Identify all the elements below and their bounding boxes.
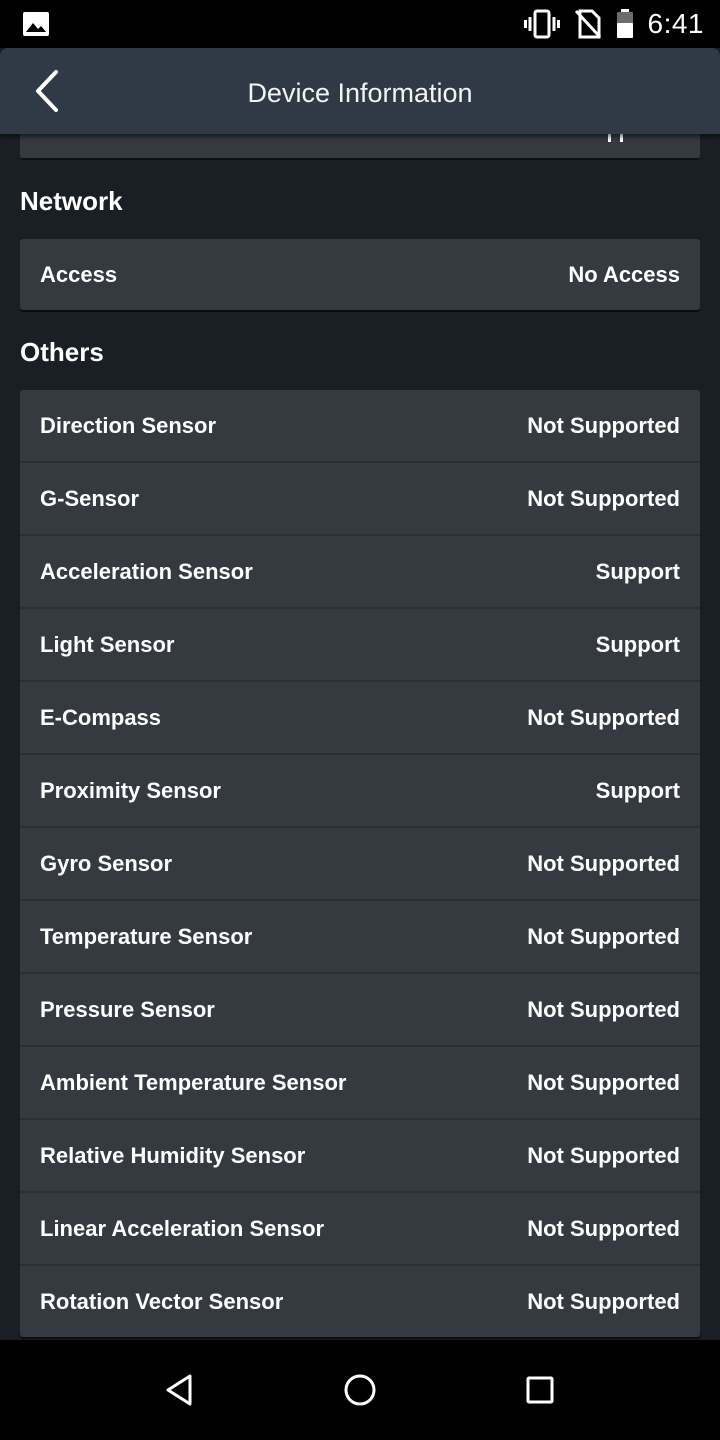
nav-back-button[interactable] — [160, 1370, 200, 1410]
list-item-pressure-sensor[interactable]: Pressure Sensor Not Supported — [20, 972, 700, 1045]
status-icons: 6:41 — [523, 0, 705, 48]
recents-square-icon — [526, 1376, 554, 1404]
row-value: Not Supported — [527, 923, 680, 949]
row-value: No Access — [568, 261, 680, 287]
image-icon — [23, 12, 49, 36]
list-item-partial — [20, 134, 700, 160]
row-label: Ambient Temperature Sensor — [40, 1069, 347, 1095]
home-circle-icon — [344, 1374, 376, 1406]
row-label: Direction Sensor — [40, 412, 217, 438]
partial-text-fragment — [608, 134, 623, 142]
row-label: Proximity Sensor — [40, 777, 221, 803]
row-label: Access — [40, 261, 118, 287]
row-label: Linear Acceleration Sensor — [40, 1215, 325, 1241]
others-card: Direction Sensor Not Supported G-Sensor … — [20, 390, 700, 1337]
row-value: Not Supported — [527, 850, 680, 876]
row-value: Support — [595, 777, 680, 803]
vibrate-icon — [523, 9, 560, 39]
row-label: Light Sensor — [40, 631, 175, 657]
row-label: E-Compass — [40, 704, 162, 730]
status-bar: 6:41 — [0, 0, 720, 48]
row-value: Not Supported — [527, 1215, 680, 1241]
list-item-linear-acceleration-sensor[interactable]: Linear Acceleration Sensor Not Supported — [20, 1191, 700, 1264]
section-title-others: Others — [20, 337, 104, 367]
row-label: Temperature Sensor — [40, 923, 253, 949]
nav-recents-button[interactable] — [520, 1370, 560, 1410]
list-item-access[interactable]: Access No Access — [20, 239, 700, 310]
row-value: Not Supported — [527, 412, 680, 438]
list-item-temperature-sensor[interactable]: Temperature Sensor Not Supported — [20, 899, 700, 972]
list-item-rotation-vector-sensor[interactable]: Rotation Vector Sensor Not Supported — [20, 1264, 700, 1337]
row-value: Not Supported — [527, 704, 680, 730]
no-sim-icon — [574, 9, 601, 39]
list-item-e-compass[interactable]: E-Compass Not Supported — [20, 680, 700, 753]
network-card: Access No Access — [20, 239, 700, 310]
row-value: Not Supported — [527, 996, 680, 1022]
row-label: Rotation Vector Sensor — [40, 1288, 284, 1314]
nav-home-button[interactable] — [340, 1370, 380, 1410]
list-item-relative-humidity-sensor[interactable]: Relative Humidity Sensor Not Supported — [20, 1118, 700, 1191]
status-time: 6:41 — [647, 8, 704, 39]
row-value: Support — [595, 558, 680, 584]
content-scroll[interactable]: Network Access No Access Others Directio… — [0, 134, 720, 1340]
row-value: Not Supported — [527, 1069, 680, 1095]
app-bar: Device Information — [0, 48, 720, 134]
list-item-g-sensor[interactable]: G-Sensor Not Supported — [20, 461, 700, 534]
page-title: Device Information — [247, 78, 473, 108]
battery-icon — [616, 9, 633, 38]
row-value: Support — [595, 631, 680, 657]
list-item-ambient-temperature-sensor[interactable]: Ambient Temperature Sensor Not Supported — [20, 1045, 700, 1118]
list-item-gyro-sensor[interactable]: Gyro Sensor Not Supported — [20, 826, 700, 899]
row-value: Not Supported — [527, 1288, 680, 1314]
section-title-network: Network — [20, 186, 123, 216]
row-label: Acceleration Sensor — [40, 558, 253, 584]
back-triangle-icon — [166, 1374, 192, 1406]
row-label: Relative Humidity Sensor — [40, 1142, 306, 1168]
row-value: Not Supported — [527, 1142, 680, 1168]
list-item-acceleration-sensor[interactable]: Acceleration Sensor Support — [20, 534, 700, 607]
row-label: Gyro Sensor — [40, 850, 173, 876]
list-item-proximity-sensor[interactable]: Proximity Sensor Support — [20, 753, 700, 826]
row-label: G-Sensor — [40, 485, 140, 511]
row-value: Not Supported — [527, 485, 680, 511]
system-nav-bar — [0, 1340, 720, 1440]
list-item-light-sensor[interactable]: Light Sensor Support — [20, 607, 700, 680]
row-label: Pressure Sensor — [40, 996, 215, 1022]
list-item-direction-sensor[interactable]: Direction Sensor Not Supported — [20, 390, 700, 461]
